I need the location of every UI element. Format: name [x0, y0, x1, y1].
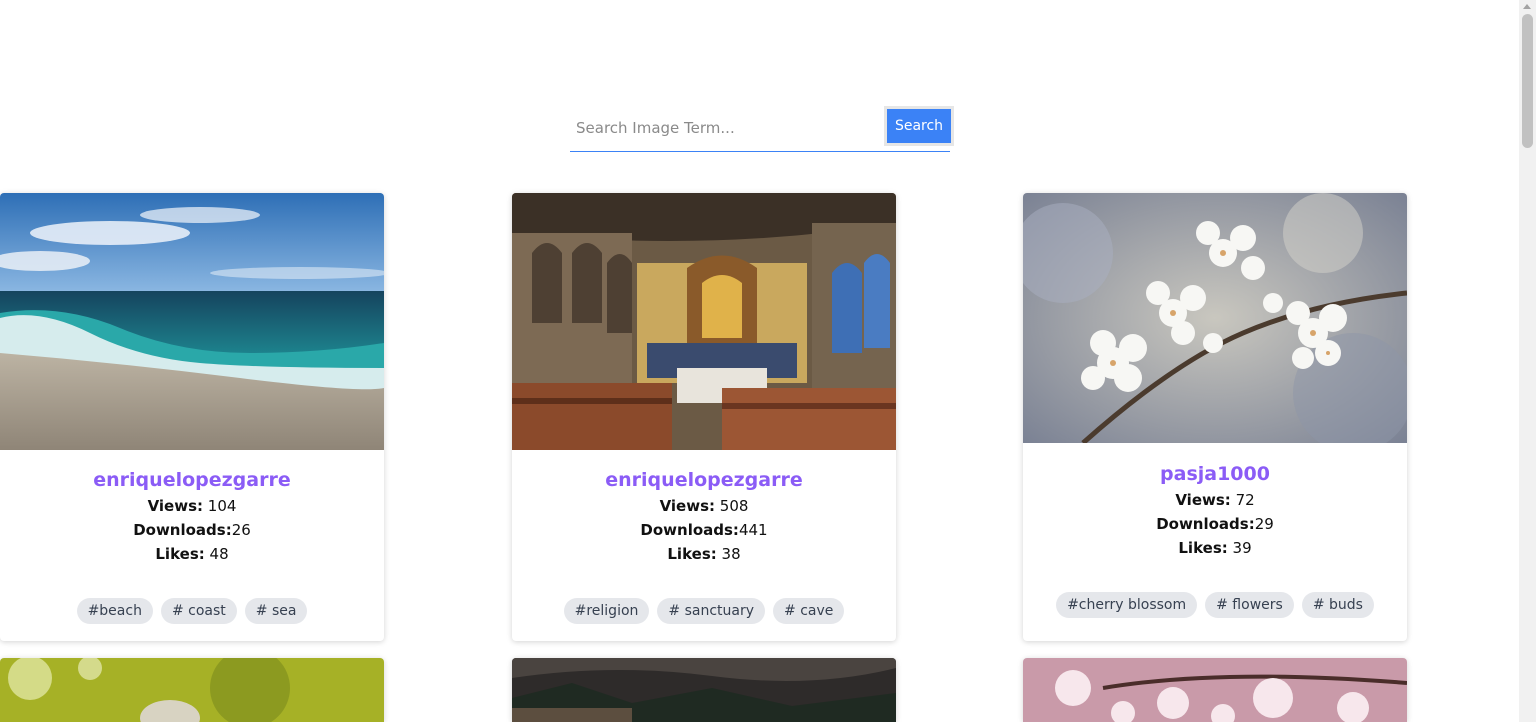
tag-chip[interactable]: #cherry blossom: [1056, 592, 1198, 618]
vertical-scrollbar[interactable]: [1519, 0, 1536, 722]
image-card: enriquelopezgarre Views: 508 Downloads:4…: [512, 193, 896, 641]
scrollbar-thumb[interactable]: [1522, 14, 1533, 148]
image-card: [512, 658, 896, 722]
card-username: enriquelopezgarre: [93, 469, 291, 491]
card-downloads: Downloads:441: [640, 521, 768, 539]
tag-chip[interactable]: # sanctuary: [657, 598, 766, 624]
tag-chip[interactable]: #beach: [76, 598, 153, 624]
scroll-up-arrow-icon[interactable]: [1523, 4, 1531, 9]
tag-list: #cherry blossom # flowers # buds: [1023, 592, 1407, 618]
search-input[interactable]: [570, 106, 880, 150]
beach-waves-image[interactable]: [0, 193, 384, 450]
card-image[interactable]: [512, 658, 896, 722]
card-likes: Likes: 38: [667, 545, 741, 563]
cherry-blossom-image[interactable]: [1023, 193, 1407, 443]
card-image[interactable]: [1023, 658, 1407, 722]
card-downloads: Downloads:26: [133, 521, 251, 539]
image-card: [1023, 658, 1407, 722]
image-card: enriquelopezgarre Views: 104 Downloads:2…: [0, 193, 384, 641]
card-downloads: Downloads:29: [1156, 515, 1274, 533]
tag-chip[interactable]: # coast: [160, 598, 237, 624]
tag-chip[interactable]: #religion: [563, 598, 650, 624]
image-card: [0, 658, 384, 722]
card-views: Views: 508: [659, 497, 749, 515]
card-views: Views: 104: [147, 497, 237, 515]
tag-chip[interactable]: # flowers: [1205, 592, 1294, 618]
card-username: pasja1000: [1160, 463, 1270, 485]
card-likes: Likes: 48: [155, 545, 229, 563]
card-image[interactable]: [0, 658, 384, 722]
tag-chip[interactable]: # sea: [244, 598, 308, 624]
cave-sanctuary-image[interactable]: [512, 193, 896, 450]
tag-list: #beach # coast # sea: [0, 598, 384, 624]
tag-list: #religion # sanctuary # cave: [512, 598, 896, 624]
card-likes: Likes: 39: [1178, 539, 1252, 557]
tag-chip[interactable]: # buds: [1301, 592, 1374, 618]
search-button[interactable]: Search: [887, 109, 951, 143]
card-views: Views: 72: [1175, 491, 1255, 509]
card-username: enriquelopezgarre: [605, 469, 803, 491]
image-card: pasja1000 Views: 72 Downloads:29 Likes: …: [1023, 193, 1407, 641]
tag-chip[interactable]: # cave: [773, 598, 845, 624]
